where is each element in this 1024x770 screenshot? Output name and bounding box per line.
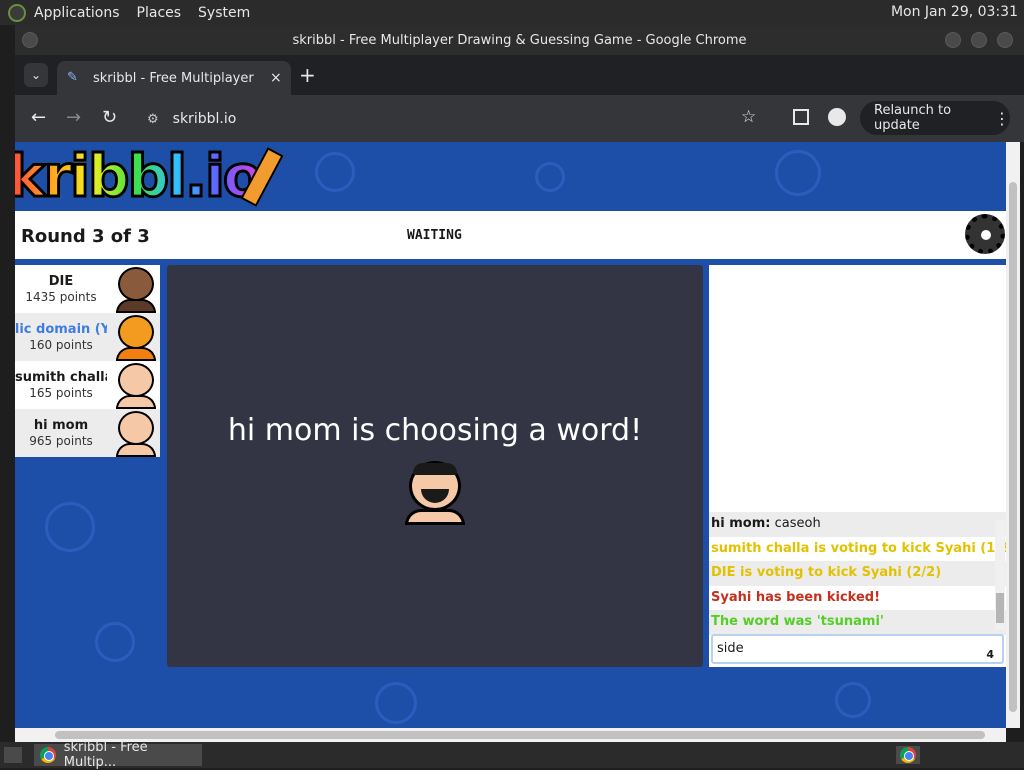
background-doodle — [375, 682, 417, 724]
url-text: skribbl.io — [172, 111, 237, 127]
chat-input[interactable]: side 4 — [711, 634, 1004, 664]
round-indicator: Round 3 of 3 — [21, 226, 150, 247]
skribbl-logo[interactable]: kribbl.io — [15, 143, 264, 210]
menu-applications[interactable]: Applications — [34, 5, 120, 21]
site-info-icon[interactable]: ⚙ — [147, 112, 159, 127]
background-doodle — [775, 150, 821, 196]
player-list: DIE 1435 points public domain (You) 160 … — [15, 265, 160, 457]
chat-message: Syahi has been kicked! — [711, 589, 881, 605]
tab-skribbl[interactable]: ✎ skribbl - Free Multiplayer Drawing & G… — [57, 61, 291, 95]
chat-sender: hi mom: — [711, 516, 771, 531]
chat-messages: hi mom: caseoh sumith challa is voting t… — [709, 512, 1006, 635]
system-panel: Applications Places System Mon Jan 29, 0… — [0, 0, 1024, 25]
chat-panel: hi mom: caseoh sumith challa is voting t… — [709, 265, 1006, 667]
chat-message: hi mom: caseoh — [709, 512, 1006, 537]
chat-scrollbar[interactable] — [995, 520, 1005, 630]
tray-chrome[interactable] — [896, 746, 920, 764]
chat-message: sumith challa is voting to kick Syahi (1… — [711, 540, 1006, 556]
page-viewport: kribbl.io Round 3 of 3 WAITING DIE 1435 … — [15, 142, 1006, 728]
player-row[interactable]: sumith challa 165 points — [15, 361, 160, 409]
vertical-scroll-thumb[interactable] — [1009, 182, 1017, 712]
logo-text: kribbl.io — [15, 143, 264, 210]
tab-search-button[interactable]: ⌄ — [24, 63, 48, 87]
player-points: 165 points — [29, 386, 93, 400]
menu-places[interactable]: Places — [137, 5, 182, 21]
settings-gear-icon[interactable] — [965, 214, 1005, 254]
browser-toolbar: ← → ↻ ⚙ skribbl.io ☆ Relaunch to update … — [15, 95, 1024, 142]
drawing-canvas[interactable]: hi mom is choosing a word! — [167, 265, 703, 667]
player-points: 965 points — [29, 434, 93, 448]
tab-close-icon[interactable]: × — [270, 70, 282, 86]
menu-system[interactable]: System — [198, 5, 250, 21]
player-avatar-icon — [114, 411, 158, 457]
forward-button[interactable]: → — [66, 107, 81, 128]
player-name: public domain (You) — [15, 322, 107, 337]
page-vertical-scrollbar[interactable] — [1006, 142, 1020, 728]
char-count: 4 — [986, 648, 994, 661]
player-name: hi mom — [33, 418, 89, 433]
player-name: sumith challa — [15, 370, 107, 385]
window-titlebar: skribbl - Free Multiplayer Drawing & Gue… — [15, 25, 1024, 55]
minimize-icon[interactable] — [945, 32, 961, 48]
background-doodle — [835, 682, 871, 718]
horizontal-scroll-thumb[interactable] — [55, 731, 985, 739]
player-row-you[interactable]: public domain (You) 160 points — [15, 313, 160, 361]
tray-chrome-icon — [900, 747, 916, 763]
player-avatar-icon — [114, 363, 158, 409]
background-doodle — [95, 622, 135, 662]
player-points: 1435 points — [25, 290, 97, 304]
choosing-word-message: hi mom is choosing a word! — [227, 413, 643, 448]
player-row[interactable]: hi mom 965 points — [15, 409, 160, 457]
chat-input-value: side — [717, 641, 744, 656]
player-points: 160 points — [29, 338, 93, 352]
tab-title: skribbl - Free Multiplayer Drawing & Gue… — [93, 70, 258, 86]
side-panel-icon[interactable] — [793, 109, 809, 125]
bookmark-star-icon[interactable]: ☆ — [741, 107, 756, 127]
chat-scroll-thumb[interactable] — [996, 593, 1004, 623]
relaunch-label: Relaunch to update — [874, 103, 952, 133]
chat-message: The word was 'tsunami' — [709, 610, 1006, 635]
background-doodle — [45, 502, 95, 552]
skribbl-favicon-icon: ✎ — [67, 70, 78, 85]
window-menu-icon[interactable] — [22, 32, 38, 48]
show-desktop-icon[interactable] — [4, 747, 22, 763]
player-avatar-icon — [114, 315, 158, 361]
new-tab-button[interactable]: + — [299, 63, 316, 87]
player-name: DIE — [48, 274, 74, 289]
chrome-menu-icon[interactable]: ⋮ — [994, 109, 1010, 128]
profile-icon[interactable] — [828, 108, 846, 126]
chat-message: DIE is voting to kick Syahi (2/2) — [709, 561, 1006, 586]
taskbar-item-chrome[interactable]: skribbl - Free Multip... — [34, 740, 202, 770]
close-window-icon[interactable] — [997, 32, 1013, 48]
distro-logo-icon[interactable] — [8, 3, 26, 22]
game-status: WAITING — [407, 228, 462, 243]
relaunch-button[interactable]: Relaunch to update ⋮ — [860, 101, 1010, 135]
maximize-icon[interactable] — [971, 32, 987, 48]
player-row[interactable]: DIE 1435 points — [15, 265, 160, 313]
taskbar-item-label: skribbl - Free Multip... — [63, 740, 148, 770]
chrome-icon — [40, 747, 56, 763]
window-title: skribbl - Free Multiplayer Drawing & Gue… — [292, 32, 747, 48]
chat-text: caseoh — [770, 516, 821, 531]
taskbar: skribbl - Free Multip... — [0, 740, 1024, 770]
reload-button[interactable]: ↻ — [102, 107, 117, 128]
clock[interactable]: Mon Jan 29, 03:31 — [891, 4, 1018, 20]
address-bar[interactable]: ⚙ skribbl.io — [131, 102, 781, 136]
background-doodle — [315, 152, 355, 192]
background-doodle — [535, 162, 565, 192]
back-button[interactable]: ← — [31, 107, 46, 128]
player-avatar-icon — [114, 267, 158, 313]
chooser-avatar-icon — [403, 461, 467, 525]
game-header: Round 3 of 3 WAITING — [15, 211, 1006, 259]
tab-strip: ⌄ ✎ skribbl - Free Multiplayer Drawing &… — [15, 55, 1024, 95]
